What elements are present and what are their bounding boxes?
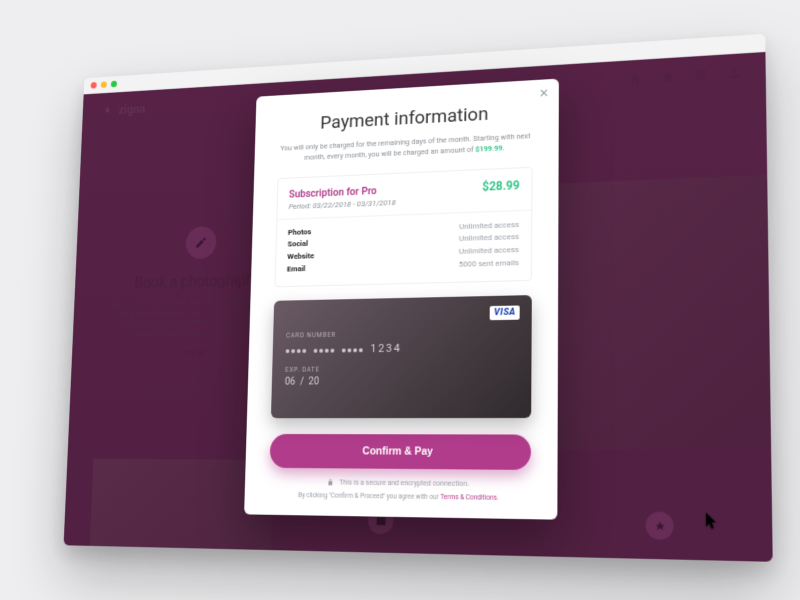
feature-key: Website xyxy=(287,251,314,264)
secure-text: This is a secure and encrypted connectio… xyxy=(339,478,469,488)
plan-period-label: Period: xyxy=(289,201,311,210)
plan-period: Period: 03/22/2018 - 03/31/2018 xyxy=(289,198,396,211)
app-background: zigna Book a photographer Lorem ipsum do… xyxy=(64,52,773,562)
window-maximize-button[interactable] xyxy=(111,81,117,88)
card-brand-badge: VISA xyxy=(490,305,520,320)
close-icon[interactable]: ✕ xyxy=(539,87,549,99)
confirm-pay-button[interactable]: Confirm & Pay xyxy=(270,434,531,470)
modal-subtitle: You will only be charged for the remaini… xyxy=(278,130,533,164)
card-number: 1234 xyxy=(286,340,518,356)
card-mask-group xyxy=(286,343,309,356)
subtitle-suffix: . xyxy=(503,144,505,153)
terms-link[interactable]: Terms & Conditions xyxy=(440,493,497,502)
credit-card[interactable]: VISA CARD NUMBER 1234 EXP. DATE 06 / 20 xyxy=(271,295,532,418)
card-last4: 1234 xyxy=(370,341,402,354)
window-close-button[interactable] xyxy=(91,82,97,89)
modal-title: Payment information xyxy=(279,100,533,136)
plan-price: $28.99 xyxy=(482,178,519,193)
card-mask-group xyxy=(314,342,337,355)
browser-window: zigna Book a photographer Lorem ipsum do… xyxy=(64,34,773,562)
terms-prefix: By clicking "Confirm & Proceed" you agre… xyxy=(298,491,440,501)
card-exp-label: EXP. DATE xyxy=(285,363,517,373)
card-exp-month: 06 xyxy=(285,376,296,387)
terms-note: By clicking "Confirm & Proceed" you agre… xyxy=(269,490,531,502)
card-mask-group xyxy=(342,342,365,355)
card-exp: 06 / 20 xyxy=(285,374,517,387)
card-exp-year: 20 xyxy=(308,376,319,387)
plan-period-value: 03/22/2018 - 03/31/2018 xyxy=(313,198,396,210)
feature-key: Social xyxy=(287,238,308,251)
plan-features: PhotosUnlimited access SocialUnlimited a… xyxy=(275,210,531,286)
payment-modal: ✕ Payment information You will only be c… xyxy=(244,79,559,520)
window-minimize-button[interactable] xyxy=(101,81,107,88)
terms-suffix: . xyxy=(497,493,499,501)
feature-key: Email xyxy=(287,263,306,276)
card-exp-sep: / xyxy=(300,376,304,387)
plan-summary: Subscription for Pro Period: 03/22/2018 … xyxy=(275,166,533,287)
card-number-label: CARD NUMBER xyxy=(286,328,518,340)
monthly-amount: $199.99 xyxy=(475,144,502,154)
lock-icon xyxy=(327,478,335,486)
feature-key: Photos xyxy=(288,226,312,239)
feature-value: 5000 sent emails xyxy=(459,257,519,271)
secure-note: This is a secure and encrypted connectio… xyxy=(269,477,531,488)
